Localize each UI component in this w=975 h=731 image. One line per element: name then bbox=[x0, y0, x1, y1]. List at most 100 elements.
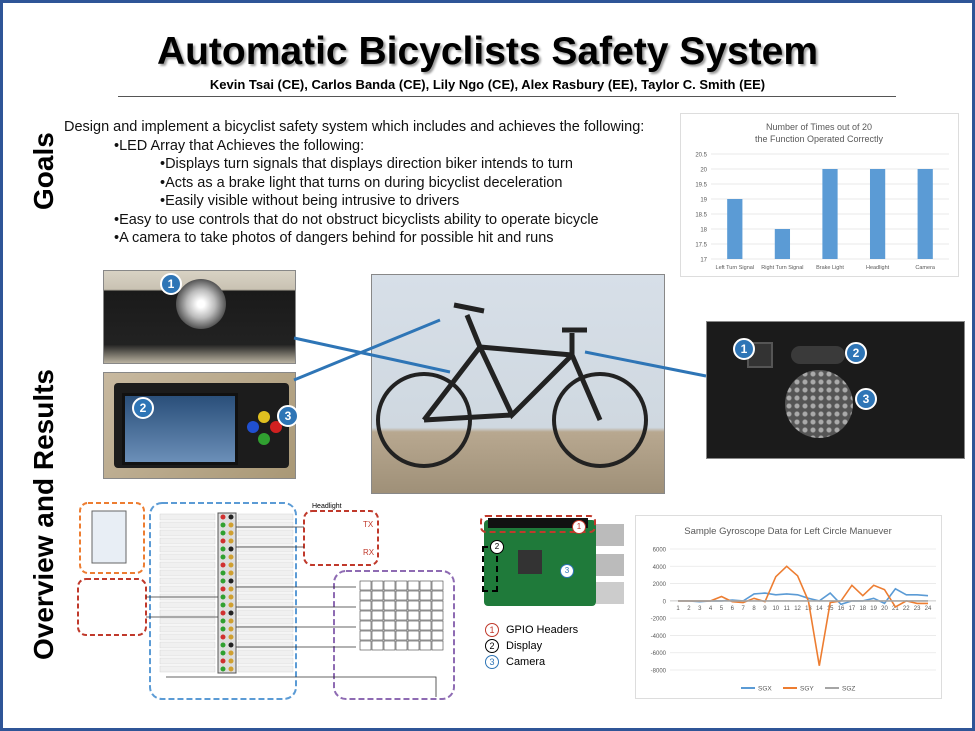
photo-marker-3: 3 bbox=[277, 405, 299, 427]
bar-chart-svg: Number of Times out of 20 the Function O… bbox=[695, 122, 949, 271]
rx-label: RX bbox=[363, 548, 375, 557]
photo-marker-1: 1 bbox=[160, 273, 182, 295]
led-matrix-cell bbox=[419, 610, 432, 621]
headlight-label: Headlight bbox=[312, 503, 342, 510]
led-matrix-cell bbox=[431, 580, 444, 591]
usb-port bbox=[596, 554, 624, 576]
x-tick-label: 8 bbox=[752, 606, 756, 612]
led-matrix-cell bbox=[371, 620, 384, 631]
led-matrix-cell bbox=[371, 630, 384, 641]
x-tick-label: 14 bbox=[816, 606, 823, 612]
gpio-pin bbox=[228, 514, 234, 520]
led-matrix-cell bbox=[431, 590, 444, 601]
gpio-pin bbox=[228, 618, 234, 624]
legend-label: SGX bbox=[758, 686, 772, 693]
pin-label-box bbox=[159, 569, 216, 577]
gpio-pin bbox=[228, 602, 234, 608]
line-chart-svg: Sample Gyroscope Data for Left Circle Ma… bbox=[651, 526, 936, 693]
pin-label-box bbox=[159, 545, 216, 553]
x-tick-label: 5 bbox=[720, 606, 724, 612]
led-matrix-cell bbox=[407, 590, 420, 601]
legend-marker: 2 bbox=[485, 639, 499, 653]
y-tick-label: 19 bbox=[700, 198, 707, 204]
controller-photo: 2 3 bbox=[103, 372, 299, 479]
led-matrix-cell bbox=[359, 640, 372, 651]
led-matrix-cell bbox=[407, 620, 420, 631]
gpio-pin bbox=[220, 602, 226, 608]
side-label-overview: Overview and Results bbox=[28, 368, 59, 660]
gpio-pin bbox=[228, 586, 234, 592]
led-matrix-cell bbox=[371, 590, 384, 601]
y-tick-label: 18.5 bbox=[695, 213, 707, 219]
y-tick-label: 4000 bbox=[653, 565, 667, 571]
y-tick-label: 2000 bbox=[653, 582, 667, 588]
photo-marker-2: 2 bbox=[132, 397, 154, 419]
tx-label: TX bbox=[363, 520, 374, 529]
x-tick-label: 3 bbox=[698, 606, 702, 612]
gpio-pin bbox=[220, 610, 226, 616]
pin-label-box bbox=[237, 617, 294, 625]
pin-label-box bbox=[159, 617, 216, 625]
pin-label-box bbox=[237, 561, 294, 569]
x-tick-label: Headlight bbox=[866, 265, 890, 271]
led-matrix-cell bbox=[407, 630, 420, 641]
led-matrix-cell bbox=[395, 590, 408, 601]
pin-label-box bbox=[159, 649, 216, 657]
pin-label-box bbox=[159, 577, 216, 585]
gpio-pin bbox=[228, 538, 234, 544]
x-tick-label: Camera bbox=[915, 265, 936, 271]
pin-label-box bbox=[237, 553, 294, 561]
ultrasonic-sensor bbox=[791, 346, 845, 364]
x-tick-label: 17 bbox=[849, 606, 856, 612]
legend-label: Display bbox=[506, 640, 543, 652]
bicycle-photo bbox=[371, 274, 665, 494]
photo-marker-1: 1 bbox=[733, 338, 755, 360]
led-matrix-cell bbox=[383, 620, 396, 631]
yellow-button bbox=[258, 411, 270, 423]
gyroscope-chart: Sample Gyroscope Data for Left Circle Ma… bbox=[635, 515, 942, 699]
led-matrix-cell bbox=[419, 640, 432, 651]
x-tick-label: 15 bbox=[827, 606, 834, 612]
led-matrix-cell bbox=[383, 610, 396, 621]
gpio-pin bbox=[228, 658, 234, 664]
headlight-photo: 1 bbox=[103, 270, 296, 364]
led-matrix-cell bbox=[359, 600, 372, 611]
pin-label-box bbox=[159, 529, 216, 537]
led-matrix-cell bbox=[431, 630, 444, 641]
gpio-pin bbox=[228, 610, 234, 616]
title-divider bbox=[118, 96, 896, 97]
gpio-pin bbox=[228, 626, 234, 632]
gpio-pin bbox=[220, 514, 226, 520]
led-matrix-cell bbox=[383, 600, 396, 611]
x-tick-label: 10 bbox=[772, 606, 779, 612]
pin-label-box bbox=[237, 633, 294, 641]
pin-label-box bbox=[159, 513, 216, 521]
x-tick-label: 4 bbox=[709, 606, 713, 612]
goal-item: •A camera to take photos of dangers behi… bbox=[114, 230, 554, 246]
x-tick-label: Right Turn Signal bbox=[761, 265, 803, 271]
gpio-pin bbox=[228, 578, 234, 584]
led-matrix-cell bbox=[383, 640, 396, 651]
x-tick-label: Left Turn Signal bbox=[716, 265, 755, 271]
led-matrix-cell bbox=[419, 600, 432, 611]
y-tick-label: 0 bbox=[663, 599, 667, 605]
led-matrix-cell bbox=[383, 630, 396, 641]
ethernet-port bbox=[596, 582, 624, 604]
y-tick-label: -6000 bbox=[651, 651, 667, 657]
legend-item-gpio: 1 GPIO Headers bbox=[485, 622, 578, 638]
gpio-pin bbox=[228, 562, 234, 568]
led-matrix-cell bbox=[371, 600, 384, 611]
led-matrix-cell bbox=[419, 580, 432, 591]
pin-label-box bbox=[237, 649, 294, 657]
photo-marker-2: 2 bbox=[845, 342, 867, 364]
pin-label-box bbox=[159, 657, 216, 665]
led-matrix-cell bbox=[395, 600, 408, 611]
goal-item: •Easy to use controls that do not obstru… bbox=[114, 211, 599, 228]
authors-line: Kevin Tsai (CE), Carlos Banda (CE), Lily… bbox=[209, 77, 766, 92]
y-tick-label: 17 bbox=[700, 258, 707, 264]
pin-label-box bbox=[237, 513, 294, 521]
gpio-pin bbox=[220, 658, 226, 664]
led-matrix-cell bbox=[431, 620, 444, 631]
x-tick-label: 22 bbox=[903, 606, 910, 612]
y-tick-label: 18 bbox=[700, 228, 707, 234]
